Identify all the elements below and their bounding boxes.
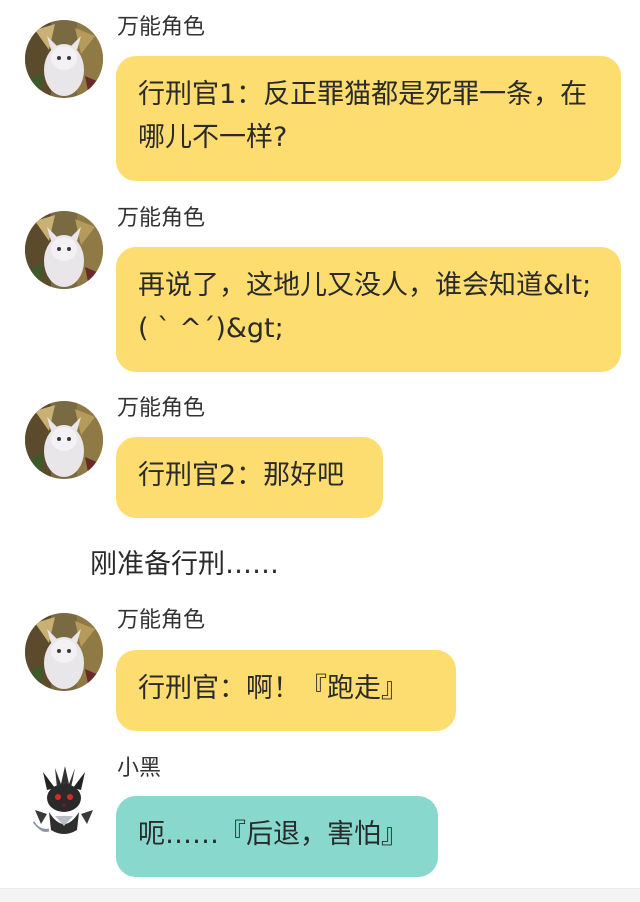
avatar[interactable]: [25, 613, 103, 691]
avatar[interactable]: [25, 401, 103, 479]
message-bubble[interactable]: 呃……『后退，害怕』: [116, 796, 438, 877]
sender-name: 万能角色: [117, 206, 206, 231]
character-portrait-avatar-icon: [25, 401, 103, 479]
character-portrait-avatar-icon: [25, 20, 103, 98]
sender-name: 万能角色: [117, 608, 206, 633]
message-bubble[interactable]: 行刑官1：反正罪猫都是死罪一条，在哪儿不一样?: [116, 56, 621, 181]
character-portrait-avatar-icon: [25, 613, 103, 691]
black-cat-avatar-icon: [25, 760, 103, 838]
bottom-bar: [0, 888, 640, 902]
avatar[interactable]: [25, 20, 103, 98]
sender-name: 万能角色: [117, 396, 206, 421]
avatar[interactable]: [25, 211, 103, 289]
message-bubble[interactable]: 再说了，这地儿又没人，谁会知道&lt;( ` ^´)&gt;: [116, 247, 621, 372]
sender-name: 万能角色: [117, 15, 206, 40]
message-bubble[interactable]: 行刑官2：那好吧: [116, 437, 383, 518]
avatar[interactable]: [25, 760, 103, 838]
narration-text: 刚准备行刑……: [90, 549, 279, 580]
message-bubble[interactable]: 行刑官：啊！『跑走』: [116, 650, 456, 731]
character-portrait-avatar-icon: [25, 211, 103, 289]
sender-name: 小黑: [117, 756, 162, 781]
